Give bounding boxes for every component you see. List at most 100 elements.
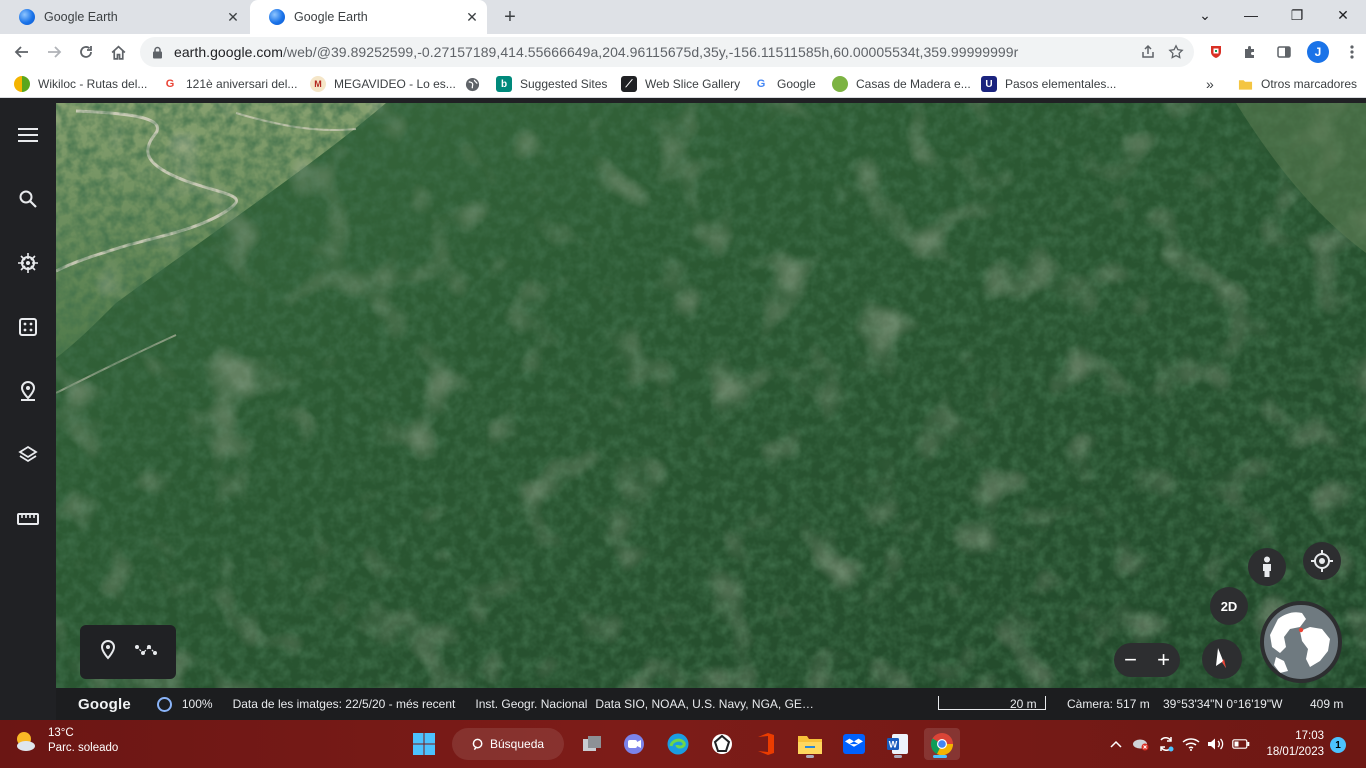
mini-globe-overview[interactable]: [1260, 601, 1342, 683]
ground-elevation: 409 m: [1310, 697, 1344, 711]
notification-badge[interactable]: 1: [1330, 737, 1346, 753]
google-g-icon: G: [162, 76, 178, 92]
running-indicator: [894, 755, 902, 758]
windows-taskbar: 13°C Parc. soleado Búsqueda W 17:03 18/0…: [0, 720, 1366, 768]
taskbar-search[interactable]: Búsqueda: [452, 728, 564, 760]
new-tab-button[interactable]: +: [498, 5, 522, 29]
bookmark-pasos-elementales[interactable]: U Pasos elementales...: [981, 74, 1116, 94]
maximize-button[interactable]: ❐: [1274, 0, 1320, 30]
bookmark-google[interactable]: G Google: [753, 74, 816, 94]
running-indicator: [806, 755, 814, 758]
my-location-button[interactable]: [1303, 542, 1341, 580]
compass-button[interactable]: [1202, 639, 1242, 679]
draw-path-icon[interactable]: [134, 643, 158, 662]
scale-label: 20 m: [1010, 697, 1037, 711]
close-tab-icon[interactable]: ✕: [222, 6, 244, 28]
tab-strip: Google Earth ✕ Google Earth ✕ + ⌄ — ❐ ✕: [0, 0, 1366, 34]
google-earth-favicon-icon: [19, 9, 35, 25]
weather-widget[interactable]: 13°C Parc. soleado: [12, 726, 118, 756]
leaf-icon: [832, 76, 848, 92]
reload-button[interactable]: [72, 38, 100, 66]
word-icon[interactable]: W: [882, 728, 914, 760]
feeling-lucky-dice-icon[interactable]: [14, 313, 42, 341]
profile-avatar[interactable]: J: [1304, 38, 1332, 66]
lock-icon[interactable]: [152, 46, 164, 59]
windows-logo-icon: [413, 733, 435, 755]
chrome-icon[interactable]: [924, 728, 960, 760]
wifi-icon[interactable]: [1181, 728, 1201, 760]
start-button[interactable]: [408, 728, 440, 760]
data-attribution-1: Inst. Geogr. Nacional: [475, 697, 588, 711]
satellite-3d-map[interactable]: [56, 103, 1366, 688]
address-bar[interactable]: earth.google.com/web/@39.89252599,-0.271…: [140, 37, 1194, 67]
extensions-area: J: [1202, 38, 1366, 66]
close-tab-icon[interactable]: ✕: [461, 6, 483, 28]
bookmarks-overflow-button[interactable]: »: [1206, 74, 1214, 94]
search-icon[interactable]: [14, 185, 42, 213]
browser-tab-1[interactable]: Google Earth ✕: [0, 0, 248, 34]
toggle-2d-button[interactable]: 2D: [1210, 587, 1248, 625]
home-icon: [111, 45, 125, 60]
zoom-in-button[interactable]: +: [1157, 647, 1170, 673]
bookmark-globe[interactable]: [464, 74, 488, 94]
map-style-layers-icon[interactable]: [14, 441, 42, 469]
office-icon[interactable]: [750, 728, 782, 760]
sync-icon[interactable]: [1156, 728, 1176, 760]
u-logo-icon: U: [981, 76, 997, 92]
zoom-out-button[interactable]: −: [1124, 647, 1137, 673]
browser-tab-2-active[interactable]: Google Earth ✕: [250, 0, 487, 34]
data-attribution-2[interactable]: Data SIO, NOAA, U.S. Navy, NGA, GEB...: [595, 697, 817, 711]
home-button[interactable]: [104, 38, 132, 66]
menu-kebab-icon[interactable]: [1338, 38, 1366, 66]
globe-icon: [464, 76, 480, 92]
url-text[interactable]: earth.google.com/web/@39.89252599,-0.271…: [174, 44, 1134, 60]
file-explorer-icon[interactable]: [794, 728, 826, 760]
edge-browser-icon[interactable]: [662, 728, 694, 760]
bookmark-web-slice-gallery[interactable]: ⟋ Web Slice Gallery: [621, 74, 740, 94]
show-hidden-icons-chevron-icon[interactable]: [1106, 728, 1126, 760]
battery-icon[interactable]: [1231, 728, 1251, 760]
puzzle-extensions-icon[interactable]: [1236, 38, 1264, 66]
street-view-pegman-button[interactable]: [1248, 548, 1286, 586]
voyager-helm-icon[interactable]: [14, 249, 42, 277]
dropbox-icon[interactable]: [838, 728, 870, 760]
loading-progress-icon: [156, 696, 172, 712]
search-label: Búsqueda: [490, 737, 545, 751]
side-panel-icon[interactable]: [1270, 38, 1298, 66]
bookmark-wikiloc[interactable]: Wikiloc - Rutas del...: [14, 74, 147, 94]
task-view-icon[interactable]: [576, 728, 608, 760]
shield-extension-icon[interactable]: [1202, 38, 1230, 66]
weather-description: Parc. soleado: [48, 742, 119, 754]
system-clock[interactable]: 17:03 18/01/2023: [1260, 728, 1324, 760]
share-icon[interactable]: [1134, 38, 1162, 66]
tab-search-button[interactable]: ⌄: [1182, 0, 1228, 30]
imagery-date[interactable]: Data de les imatges: 22/5/20 - més recen…: [233, 697, 456, 711]
pegman-icon: [1263, 556, 1271, 577]
bookmark-suggested-sites[interactable]: b Suggested Sites: [496, 74, 607, 94]
bookmark-star-icon[interactable]: [1162, 38, 1190, 66]
bookmark-label: Casas de Madera e...: [856, 77, 971, 91]
bookmark-aniversari[interactable]: G 121è aniversari del...: [162, 74, 297, 94]
settings-app-icon[interactable]: [706, 728, 738, 760]
bookmark-megavideo[interactable]: M MEGAVIDEO - Lo es...: [310, 74, 456, 94]
bookmark-label: Wikiloc - Rutas del...: [38, 77, 148, 91]
other-bookmarks-folder[interactable]: Otros marcadores: [1237, 74, 1357, 94]
minimize-button[interactable]: —: [1228, 0, 1274, 30]
svg-text:W: W: [889, 740, 898, 750]
volume-icon[interactable]: [1206, 728, 1226, 760]
zoom-control: − +: [1114, 643, 1180, 677]
running-indicator: [933, 755, 947, 758]
measure-ruler-icon[interactable]: [14, 505, 42, 533]
window-close-button[interactable]: ✕: [1320, 0, 1366, 30]
onedrive-error-icon[interactable]: [1131, 728, 1151, 760]
teams-chat-icon[interactable]: [618, 728, 650, 760]
url-host: earth.google.com: [174, 44, 283, 60]
forward-button[interactable]: [40, 38, 68, 66]
back-button[interactable]: [8, 38, 36, 66]
bookmark-casas-madera[interactable]: Casas de Madera e...: [832, 74, 971, 94]
cursor-coordinates: 39°53'34"N 0°16'19"W: [1163, 697, 1283, 711]
projects-pin-icon[interactable]: [14, 377, 42, 405]
menu-icon[interactable]: [14, 121, 42, 149]
crosshair-location-icon: [1311, 550, 1333, 572]
add-placemark-icon[interactable]: [99, 639, 117, 665]
